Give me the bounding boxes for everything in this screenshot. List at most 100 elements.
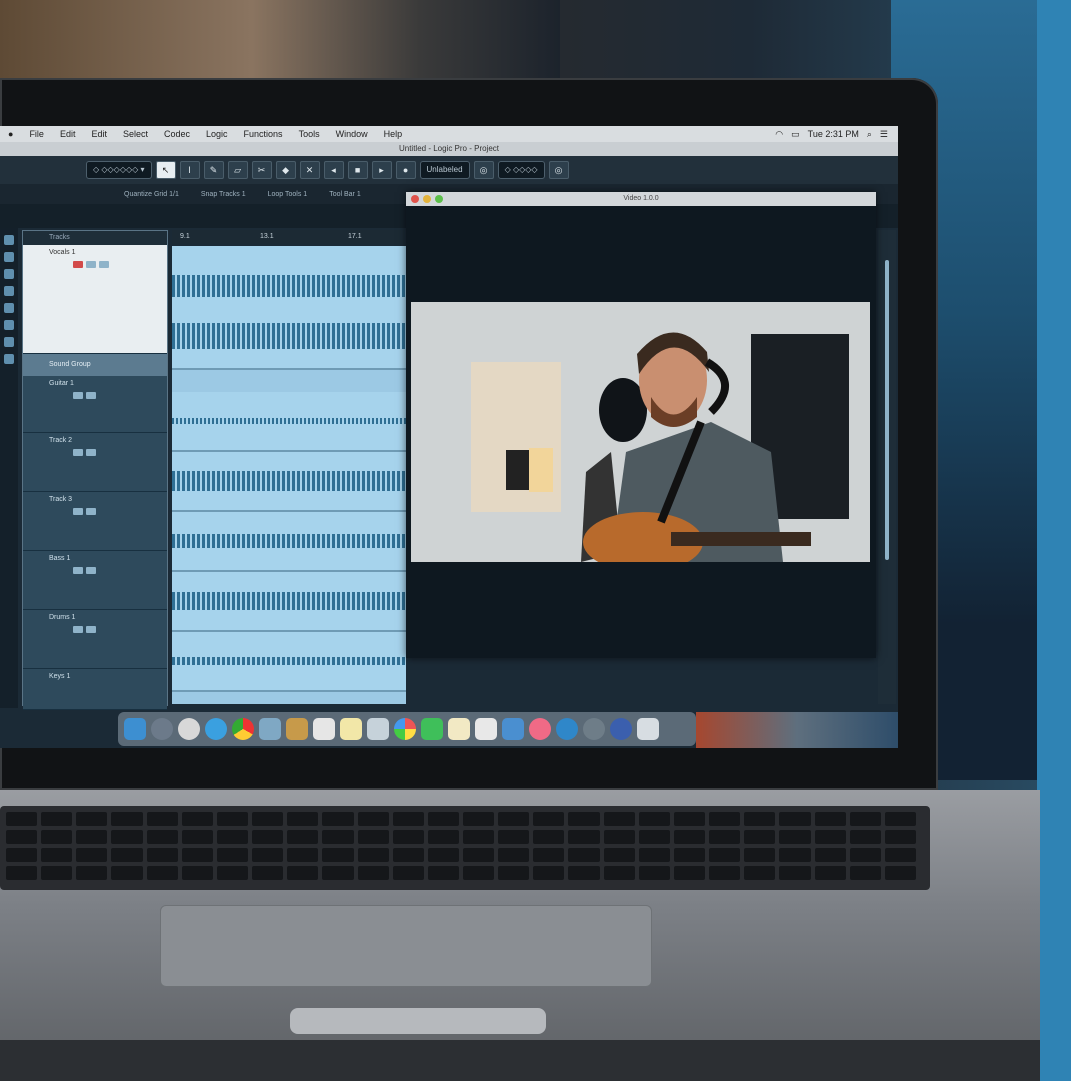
safari-icon[interactable]: [205, 718, 227, 740]
notes-icon[interactable]: [286, 718, 308, 740]
settings-icon[interactable]: ◎: [473, 161, 494, 179]
stickies-icon[interactable]: [340, 718, 362, 740]
mute-icon[interactable]: [73, 392, 83, 399]
launchpad-icon[interactable]: [151, 718, 173, 740]
text-tool-icon[interactable]: I: [179, 161, 200, 179]
downloads-icon[interactable]: [610, 718, 632, 740]
record-icon[interactable]: ●: [395, 161, 416, 179]
toolbar-label[interactable]: Tool Bar 1: [329, 191, 361, 198]
menu-item-edit[interactable]: Edit: [52, 129, 84, 139]
menu-item-select[interactable]: Select: [115, 129, 156, 139]
record-arm-icon[interactable]: [73, 261, 83, 268]
battery-icon[interactable]: ▭: [791, 129, 800, 140]
rewind-icon[interactable]: ◂: [323, 161, 344, 179]
messages-icon[interactable]: [421, 718, 443, 740]
track-name-field[interactable]: Unlabeled: [419, 161, 470, 179]
solo-icon[interactable]: [86, 508, 96, 515]
menu-item-codec[interactable]: Codec: [156, 129, 198, 139]
audio-region[interactable]: [172, 632, 406, 692]
system-preferences-icon[interactable]: [178, 718, 200, 740]
mute-icon[interactable]: [73, 449, 83, 456]
track-header[interactable]: Track 2: [23, 433, 167, 492]
arrange-area[interactable]: [172, 246, 406, 704]
solo-icon[interactable]: [86, 392, 96, 399]
menu-item-edit-2[interactable]: Edit: [83, 129, 115, 139]
audio-region[interactable]: [172, 246, 406, 370]
calendar-icon[interactable]: [313, 718, 335, 740]
menu-clock[interactable]: Tue 2:31 PM: [808, 129, 859, 139]
audio-region[interactable]: [172, 392, 406, 452]
keynote-icon[interactable]: [502, 718, 524, 740]
eraser-tool-icon[interactable]: ▱: [227, 161, 248, 179]
audio-region[interactable]: [172, 572, 406, 632]
video-window-titlebar[interactable]: Video 1.0.0: [406, 192, 876, 206]
scroll-thumb[interactable]: [885, 260, 889, 560]
numbers-icon[interactable]: [475, 718, 497, 740]
control-center-icon[interactable]: ☰: [880, 129, 888, 140]
tool-icon[interactable]: [4, 320, 14, 330]
quantize-label[interactable]: Quantize Grid 1/1: [124, 191, 179, 198]
apple-menu-icon[interactable]: ●: [0, 129, 21, 139]
track-header-selected[interactable]: Vocals 1: [23, 245, 167, 354]
track-header[interactable]: Track 3: [23, 492, 167, 551]
menu-item-window[interactable]: Window: [328, 129, 376, 139]
scissors-tool-icon[interactable]: ✂: [251, 161, 272, 179]
tool-icon[interactable]: [4, 269, 14, 279]
audio-region[interactable]: [172, 512, 406, 572]
mute-icon[interactable]: [73, 626, 83, 633]
tool-icon[interactable]: [4, 337, 14, 347]
solo-icon[interactable]: [86, 567, 96, 574]
search-icon[interactable]: ⌕: [867, 129, 872, 140]
photos-icon[interactable]: [259, 718, 281, 740]
menu-item-tools[interactable]: Tools: [291, 129, 328, 139]
preview-icon[interactable]: [367, 718, 389, 740]
play-icon[interactable]: ▸: [371, 161, 392, 179]
tool-icon[interactable]: [4, 303, 14, 313]
music-icon[interactable]: [529, 718, 551, 740]
track-header[interactable]: Guitar 1: [23, 376, 167, 433]
glue-tool-icon[interactable]: ◆: [275, 161, 296, 179]
mute-icon[interactable]: [73, 567, 83, 574]
video-frame[interactable]: [411, 302, 870, 562]
solo-icon[interactable]: [86, 449, 96, 456]
track-header[interactable]: Bass 1: [23, 551, 167, 610]
tempo-field[interactable]: ◇ ◇◇◇◇: [497, 161, 545, 179]
mute-tool-icon[interactable]: ✕: [299, 161, 320, 179]
menu-item-functions[interactable]: Functions: [236, 129, 291, 139]
track-header[interactable]: Keys 1: [23, 669, 167, 710]
tool-icon[interactable]: [4, 252, 14, 262]
loop-label[interactable]: Loop Tools 1: [268, 191, 308, 198]
trash-icon[interactable]: [637, 718, 659, 740]
stop-icon[interactable]: ■: [347, 161, 368, 179]
snap-label[interactable]: Snap Tracks 1: [201, 191, 246, 198]
menu-item-help[interactable]: Help: [376, 129, 411, 139]
solo-icon[interactable]: [86, 626, 96, 633]
tool-icon[interactable]: [4, 235, 14, 245]
toolbar-field[interactable]: ◇ ◇◇◇◇◇◇ ▾: [86, 161, 152, 179]
photos-app-icon[interactable]: [394, 718, 416, 740]
wifi-icon[interactable]: ◠: [775, 129, 783, 140]
minimize-button[interactable]: [423, 195, 431, 203]
audio-region[interactable]: [172, 452, 406, 512]
mute-icon[interactable]: [86, 261, 96, 268]
textedit-icon[interactable]: [448, 718, 470, 740]
solo-icon[interactable]: [99, 261, 109, 268]
metronome-icon[interactable]: ◎: [548, 161, 569, 179]
chrome-icon[interactable]: [232, 718, 254, 740]
pencil-tool-icon[interactable]: ✎: [203, 161, 224, 179]
tool-icon[interactable]: [4, 354, 14, 364]
pointer-tool-icon[interactable]: ↖: [155, 161, 176, 179]
track-group-bar[interactable]: Sound Group: [23, 354, 167, 376]
zoom-button[interactable]: [435, 195, 443, 203]
tool-icon[interactable]: [4, 286, 14, 296]
vertical-scrollbar[interactable]: [878, 230, 896, 704]
menu-item-logic[interactable]: Logic: [198, 129, 236, 139]
track-header[interactable]: Drums 1: [23, 610, 167, 669]
finder-icon[interactable]: [124, 718, 146, 740]
timeline-ruler[interactable]: 9.1 13.1 17.1: [172, 230, 404, 244]
time-machine-icon[interactable]: [583, 718, 605, 740]
close-button[interactable]: [411, 195, 419, 203]
menu-item-file[interactable]: File: [21, 129, 52, 139]
app-store-icon[interactable]: [556, 718, 578, 740]
mute-icon[interactable]: [73, 508, 83, 515]
